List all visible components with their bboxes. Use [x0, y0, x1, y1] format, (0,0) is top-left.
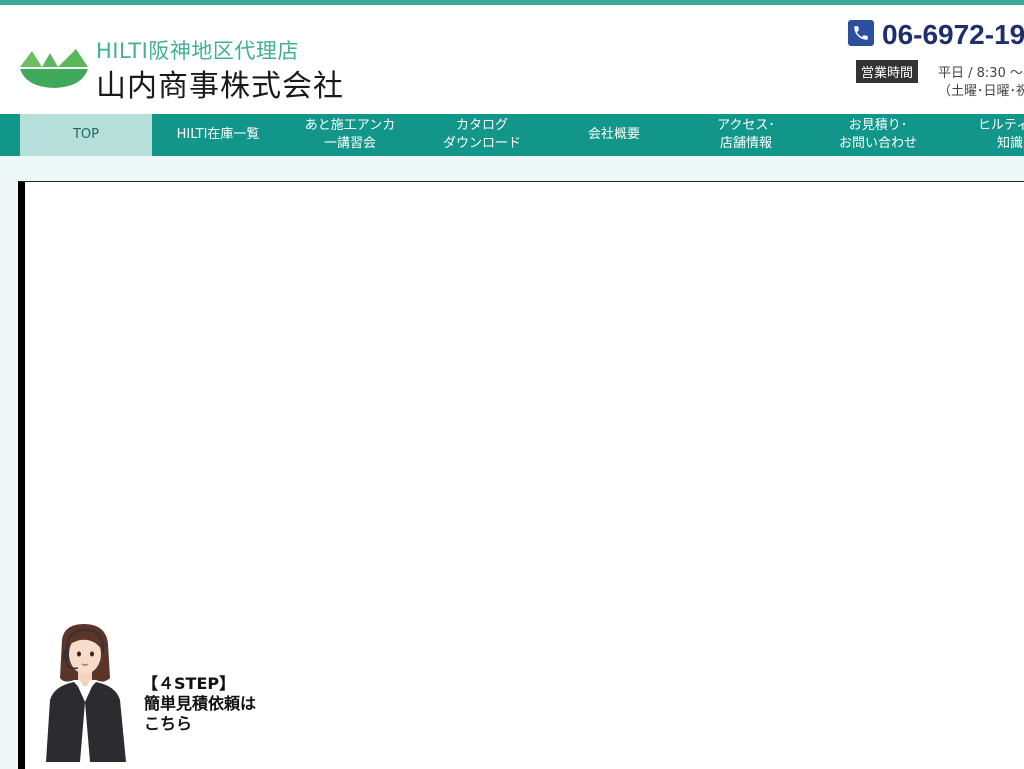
site-header: HILTI阪神地区代理店 山内商事株式会社 06-6972-19 営業時間 平日…: [0, 5, 1024, 114]
business-hours-text: 平日 / 8:30 〜: [938, 66, 1023, 81]
operator-illustration: [46, 624, 126, 762]
nav-item-contact[interactable]: お見積り･ お問い合わせ: [812, 114, 944, 156]
nav-item-access[interactable]: アクセス･ 店舗情報: [680, 114, 812, 156]
nav-item-hilti-knowledge[interactable]: ヒルティ活 知識: [944, 114, 1024, 156]
nav-item-catalog-download[interactable]: カタログ ダウンロード: [416, 114, 548, 156]
nav-item-anchor-seminar[interactable]: あと施工アンカ 一講習会: [284, 114, 416, 156]
phone-number[interactable]: 06-6972-19: [882, 19, 1024, 51]
nav-item-company[interactable]: 会社概要: [548, 114, 680, 156]
phone-icon: [848, 20, 874, 46]
business-hours-badge: 営業時間: [856, 60, 919, 83]
hero-left-border: [18, 182, 25, 769]
nav-padding: [0, 114, 20, 156]
global-nav: TOP HILTI在庫一覧 あと施工アンカ 一講習会 カタログ ダウンロード 会…: [0, 114, 1024, 156]
mountain-logo-icon[interactable]: [20, 39, 88, 89]
nav-item-top[interactable]: TOP: [20, 114, 152, 156]
closed-days-text: （土曜･日曜･祝: [938, 84, 1024, 99]
nav-item-stock-list[interactable]: HILTI在庫一覧: [152, 114, 284, 156]
quote-request-cta[interactable]: 【４STEP】 簡単見積依頼は こちら: [40, 622, 290, 762]
hero-banner-area: 【４STEP】 簡単見積依頼は こちら: [18, 181, 1024, 769]
company-name[interactable]: 山内商事株式会社: [96, 61, 344, 105]
cta-here-label: こちら: [144, 714, 193, 733]
